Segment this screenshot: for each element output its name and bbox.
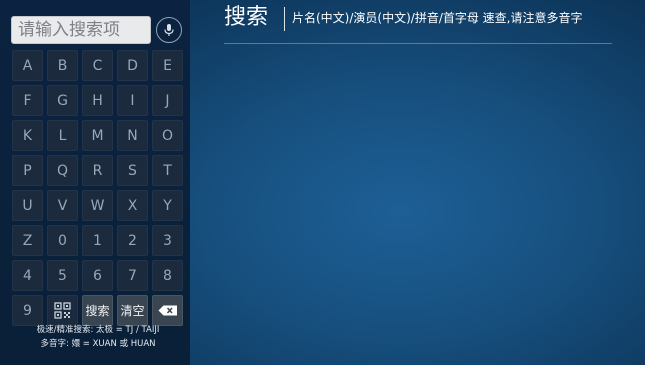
key-d[interactable]: D [117,50,148,81]
hint-line-1: 极速/精准搜索: 太极 = TJ / TAIJI [36,325,160,335]
key-7[interactable]: 7 [117,260,148,291]
key-u[interactable]: U [12,190,43,221]
key-n[interactable]: N [117,120,148,151]
key-1[interactable]: 1 [82,225,113,256]
qr-code-button[interactable] [47,295,78,326]
qr-code-icon [54,302,71,319]
key-r[interactable]: R [82,155,113,186]
key-s[interactable]: S [117,155,148,186]
voice-search-button[interactable] [156,17,182,43]
key-y[interactable]: Y [152,190,183,221]
key-0[interactable]: 0 [47,225,78,256]
key-e[interactable]: E [152,50,183,81]
key-z[interactable]: Z [12,225,43,256]
search-screen: 请输入搜索项 A B C D E F G H I J K L M N O P Q… [0,0,645,365]
backspace-icon [158,305,177,316]
search-hint: 极速/精准搜索: 太极 = TJ / TAIJI 多音字: 嬛 = XUAN 或… [0,323,196,351]
key-x[interactable]: X [117,190,148,221]
key-t[interactable]: T [152,155,183,186]
mic-icon [164,24,174,36]
search-button[interactable]: 搜索 [82,295,113,326]
key-k[interactable]: K [12,120,43,151]
key-i[interactable]: I [117,85,148,116]
header-divider [224,43,612,44]
clear-button[interactable]: 清空 [117,295,148,326]
key-v[interactable]: V [47,190,78,221]
key-j[interactable]: J [152,85,183,116]
title-divider [284,7,285,31]
key-h[interactable]: H [82,85,113,116]
key-o[interactable]: O [152,120,183,151]
key-l[interactable]: L [47,120,78,151]
key-c[interactable]: C [82,50,113,81]
search-input[interactable]: 请输入搜索项 [11,16,151,44]
key-m[interactable]: M [82,120,113,151]
key-f[interactable]: F [12,85,43,116]
keyboard-panel: 请输入搜索项 A B C D E F G H I J K L M N O P Q… [0,0,190,365]
key-4[interactable]: 4 [12,260,43,291]
key-q[interactable]: Q [47,155,78,186]
key-p[interactable]: P [12,155,43,186]
key-8[interactable]: 8 [152,260,183,291]
key-g[interactable]: G [47,85,78,116]
key-9[interactable]: 9 [12,295,43,326]
virtual-keyboard: A B C D E F G H I J K L M N O P Q R S T … [12,50,184,326]
page-title: 搜索 [224,5,269,30]
key-w[interactable]: W [82,190,113,221]
hint-line-2: 多音字: 嬛 = XUAN 或 HUAN [40,339,156,349]
key-b[interactable]: B [47,50,78,81]
key-2[interactable]: 2 [117,225,148,256]
page-subtitle: 片名(中文)/演员(中文)/拼音/首字母 速查,请注意多音字 [292,11,583,25]
key-3[interactable]: 3 [152,225,183,256]
backspace-button[interactable] [152,295,183,326]
key-5[interactable]: 5 [47,260,78,291]
key-a[interactable]: A [12,50,43,81]
key-6[interactable]: 6 [82,260,113,291]
